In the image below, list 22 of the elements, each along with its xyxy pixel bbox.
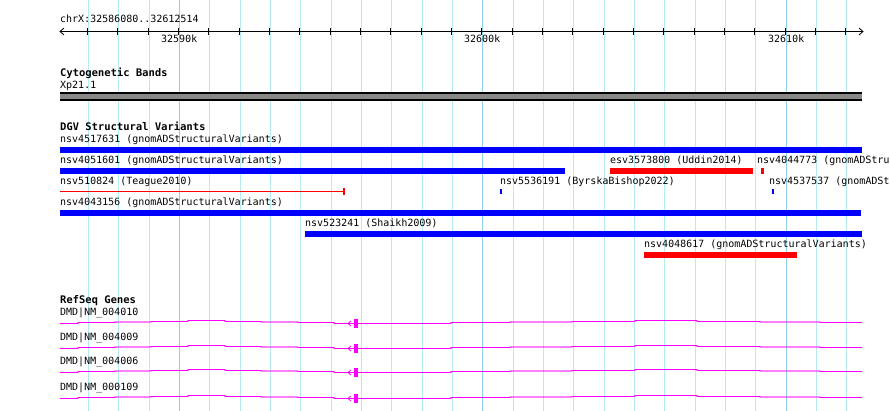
position-label: chrX:32586080..32612514: [60, 14, 198, 26]
track-title: Cytogenetic Bands: [60, 67, 168, 79]
gene-label: DMD|NM_004006: [60, 356, 138, 368]
variant-label: nsv4517631 (gnomADStructuralVariants): [60, 134, 283, 146]
gene-label: DMD|NM_000109: [60, 382, 138, 394]
variant-label: esv3573800 (Uddin2014): [610, 155, 742, 167]
variant-label: nsv4043156 (gnomADStructuralVariants): [60, 197, 283, 209]
variant-label: nsv510824 (Teague2010): [60, 176, 192, 188]
band-label: Xp21.1: [60, 80, 96, 92]
variant-label: nsv4044773 (gnomADStru: [757, 155, 890, 167]
variant-label: nsv4537537 (gnomADSt: [769, 176, 890, 188]
variant-label: nsv4051601 (gnomADStructuralVariants): [60, 155, 283, 167]
variant-label: nsv4048617 (gnomADStructuralVariants): [644, 239, 867, 251]
gene-label: DMD|NM_004010: [60, 307, 138, 319]
variant-label: nsv523241 (Shaikh2009): [305, 218, 438, 230]
tick-label: 32600k: [464, 34, 500, 46]
track-title: RefSeq Genes: [60, 294, 136, 306]
variant-label: nsv5536191 (ByrskaBishop2022): [500, 176, 675, 188]
gene-label: DMD|NM_004009: [60, 332, 138, 344]
track-title: DGV Structural Variants: [60, 121, 206, 133]
tick-label: 32610k: [768, 34, 804, 46]
tick-label: 32590k: [161, 34, 198, 46]
